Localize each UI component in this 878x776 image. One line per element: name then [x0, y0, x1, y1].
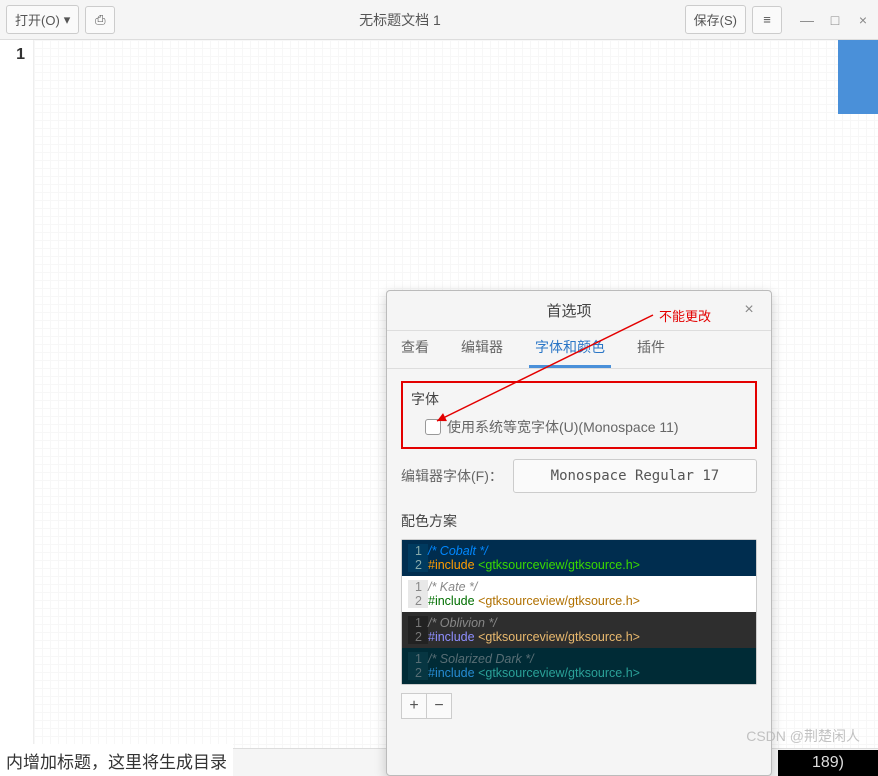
open-button[interactable]: 打开(O) ▾: [6, 5, 79, 34]
add-scheme-button[interactable]: +: [401, 693, 427, 719]
tab-plugins[interactable]: 插件: [631, 329, 671, 368]
editor-font-button[interactable]: Monospace Regular 17: [513, 459, 757, 493]
save-button[interactable]: 保存(S): [685, 5, 746, 34]
bottom-caption: 内增加标题，这里将生成目录: [0, 744, 233, 776]
highlighted-font-section: 字体 使用系统等宽字体(U)(Monospace 11): [401, 381, 757, 449]
open-label: 打开(O): [15, 10, 60, 29]
prefs-body: 字体 使用系统等宽字体(U)(Monospace 11) 编辑器字体(F)： M…: [387, 369, 771, 775]
remove-scheme-button[interactable]: −: [426, 693, 452, 719]
preferences-dialog: 首选项 × 不能更改 查看 编辑器 字体和颜色 插件 字体 使用系统等宽字体(U…: [386, 290, 772, 776]
scheme-section-label: 配色方案: [401, 511, 757, 531]
line-number: 1: [0, 46, 25, 64]
save-label: 保存(S): [694, 10, 737, 29]
bottom-right-overlay: 189): [778, 750, 878, 776]
scheme-cobalt[interactable]: 1/* Cobalt */ 2#include <gtksourceview/g…: [402, 540, 756, 576]
dialog-header: 首选项 ×: [387, 291, 771, 331]
new-doc-icon: ⎙: [95, 12, 105, 28]
hamburger-menu-button[interactable]: ≡: [752, 6, 782, 34]
close-window-button[interactable]: ×: [854, 11, 872, 29]
color-scheme-list: 1/* Cobalt */ 2#include <gtksourceview/g…: [401, 539, 757, 685]
document-title: 无标题文档 1: [121, 10, 678, 30]
annotation-text: 不能更改: [659, 306, 711, 325]
editor-font-row: 编辑器字体(F)： Monospace Regular 17: [401, 459, 757, 493]
use-system-font-row[interactable]: 使用系统等宽字体(U)(Monospace 11): [411, 417, 747, 437]
chevron-down-icon: ▾: [64, 12, 71, 28]
minimize-button[interactable]: —: [798, 11, 816, 29]
right-highlight-strip: [838, 40, 878, 114]
app-toolbar: 打开(O) ▾ ⎙ 无标题文档 1 保存(S) ≡ — □ ×: [0, 0, 878, 40]
scheme-kate[interactable]: 1/* Kate */ 2#include <gtksourceview/gtk…: [402, 576, 756, 612]
new-document-button[interactable]: ⎙: [85, 6, 115, 34]
tab-editor[interactable]: 编辑器: [455, 329, 509, 368]
tab-view[interactable]: 查看: [395, 329, 435, 368]
line-gutter: 1: [0, 40, 34, 748]
prefs-tabs: 查看 编辑器 字体和颜色 插件: [387, 331, 771, 369]
tab-font-colors[interactable]: 字体和颜色: [529, 329, 611, 368]
font-section-label: 字体: [411, 389, 747, 409]
scheme-solarized-dark[interactable]: 1/* Solarized Dark */ 2#include <gtksour…: [402, 648, 756, 684]
maximize-button[interactable]: □: [826, 11, 844, 29]
scheme-oblivion[interactable]: 1/* Oblivion */ 2#include <gtksourceview…: [402, 612, 756, 648]
use-system-font-label: 使用系统等宽字体(U)(Monospace 11): [447, 417, 679, 437]
window-controls: — □ ×: [798, 11, 872, 29]
menu-icon: ≡: [763, 12, 771, 27]
dialog-close-button[interactable]: ×: [739, 301, 759, 321]
scheme-action-buttons: + −: [401, 693, 757, 719]
editor-font-label: 编辑器字体(F)：: [401, 466, 503, 486]
csdn-watermark: CSDN @荆楚闲人: [746, 726, 860, 746]
use-system-font-checkbox[interactable]: [425, 419, 441, 435]
